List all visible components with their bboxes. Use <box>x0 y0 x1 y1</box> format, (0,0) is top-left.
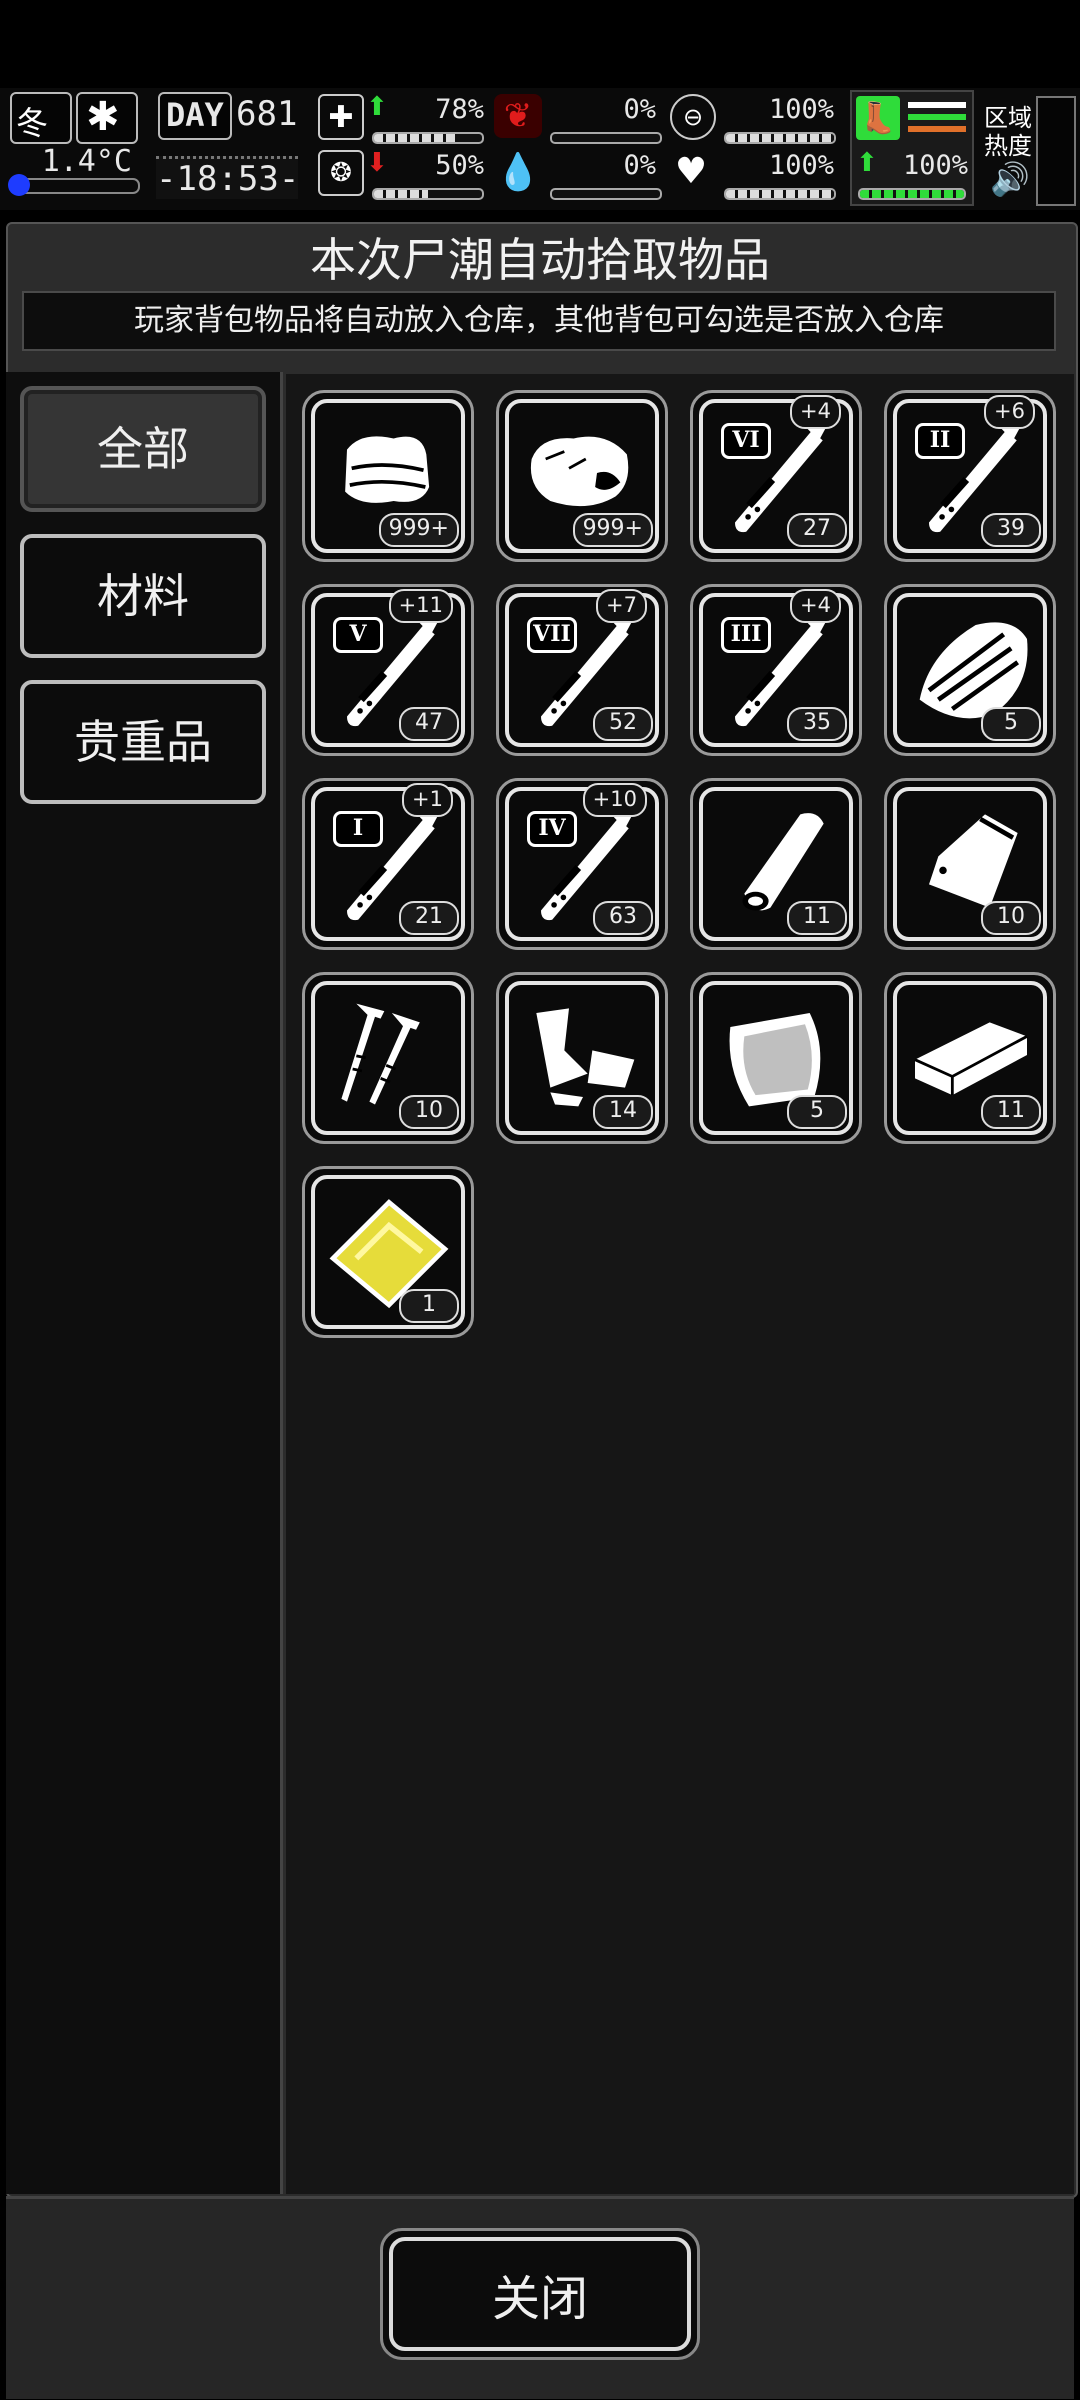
upgrade-level-badge: +11 <box>388 589 453 623</box>
tab-materials[interactable]: 材料 <box>20 534 266 658</box>
tier-badge: VII <box>527 617 577 653</box>
hunger-bar <box>550 132 662 144</box>
tier-badge: V <box>333 617 383 653</box>
item-count: 10 <box>981 901 1041 935</box>
hunger-percent: 0% <box>623 94 656 125</box>
tab-valuables-label: 贵重品 <box>74 715 212 769</box>
item-slot[interactable]: 14 <box>496 972 668 1144</box>
stamina-up-arrow-icon: ⬆ <box>856 148 878 178</box>
item-slot[interactable]: 11 <box>884 972 1056 1144</box>
season-badge: 冬 <box>10 92 72 144</box>
item-slot[interactable]: VII +7 52 <box>496 584 668 756</box>
boot-icon: 👢 <box>856 96 900 140</box>
tab-valuables[interactable]: 贵重品 <box>20 680 266 804</box>
upgrade-level-badge: +7 <box>596 589 647 623</box>
heart-icon: ♥ <box>674 150 708 192</box>
status-hud: 冬 ✱ 1.4°C DAY 681 -18:53- ✚ ⬆ 78% ❂ ⬇ 50… <box>0 88 1080 210</box>
protection-percent: 100% <box>768 94 834 125</box>
item-slot[interactable]: 1 <box>302 1166 474 1338</box>
speaker-icon[interactable]: 🔊 <box>990 160 1030 198</box>
stamina-panel: 👢 ⬆ 100% <box>850 90 974 206</box>
day-label: DAY <box>166 96 224 134</box>
item-slot[interactable]: IV +10 63 <box>496 778 668 950</box>
tier-badge: VI <box>721 423 771 459</box>
temperature-gauge <box>8 174 140 196</box>
tab-all[interactable]: 全部 <box>20 386 266 512</box>
item-slot[interactable]: V +11 47 <box>302 584 474 756</box>
health-bar <box>372 132 484 144</box>
close-button[interactable]: 关闭 <box>380 2228 700 2360</box>
category-sidebar: 全部 材料 贵重品 <box>6 372 283 2194</box>
mood-down-arrow-icon: ⬇ <box>366 148 388 178</box>
tier-badge: II <box>915 423 965 459</box>
item-slot[interactable]: I +1 21 <box>302 778 474 950</box>
item-slot[interactable]: 999+ <box>302 390 474 562</box>
item-count: 999+ <box>378 513 459 547</box>
heart-percent: 100% <box>768 150 834 181</box>
item-slot[interactable]: 999+ <box>496 390 668 562</box>
item-grid: 999+ 999+ VI +4 27 II +6 39 V +11 47 VII +7 52 III +4 35… <box>286 374 1074 2194</box>
item-count: 1 <box>399 1289 459 1323</box>
item-slot[interactable]: 10 <box>302 972 474 1144</box>
zone-heat-gauge <box>1036 96 1076 206</box>
bleed-bar <box>550 188 662 200</box>
health-up-arrow-icon: ⬆ <box>366 92 388 122</box>
item-count: 21 <box>399 901 459 935</box>
dialog-title: 本次尸潮自动拾取物品 <box>310 233 770 287</box>
item-count: 27 <box>787 513 847 547</box>
item-count: 52 <box>593 707 653 741</box>
clock: -18:53- <box>156 156 299 199</box>
item-count: 5 <box>787 1095 847 1129</box>
day-counter: 681 <box>236 94 298 134</box>
health-percent: 78% <box>435 94 484 125</box>
item-count: 11 <box>981 1095 1041 1129</box>
item-count: 11 <box>787 901 847 935</box>
item-count: 63 <box>593 901 653 935</box>
tab-all-label: 全部 <box>97 422 189 476</box>
dialog-subtitle: 玩家背包物品将自动放入仓库，其他背包可勾选是否放入仓库 <box>22 291 1056 351</box>
upgrade-level-badge: +10 <box>582 783 647 817</box>
item-count: 5 <box>981 707 1041 741</box>
mood-bar <box>372 188 484 200</box>
season-label: 冬 <box>16 104 49 142</box>
item-slot[interactable]: III +4 35 <box>690 584 862 756</box>
brain-icon: ❂ <box>318 150 364 196</box>
item-slot[interactable]: 10 <box>884 778 1056 950</box>
bleed-percent: 0% <box>623 150 656 181</box>
tier-badge: IV <box>527 811 577 847</box>
upgrade-level-badge: +1 <box>402 783 453 817</box>
upgrade-level-badge: +6 <box>984 395 1035 429</box>
item-count: 10 <box>399 1095 459 1129</box>
item-count: 35 <box>787 707 847 741</box>
snowflake-icon: ✱ <box>76 92 138 144</box>
item-slot[interactable]: 11 <box>690 778 862 950</box>
tier-badge: I <box>333 811 383 847</box>
stomach-icon: ❦ <box>494 94 542 138</box>
mood-percent: 50% <box>435 150 484 181</box>
temperature-readout: 1.4°C <box>41 144 132 179</box>
zone-heat-label: 区域 热度 <box>984 104 1032 160</box>
tab-materials-label: 材料 <box>97 569 189 623</box>
upgrade-level-badge: +4 <box>790 589 841 623</box>
tier-badge: III <box>721 617 771 653</box>
day-badge: DAY <box>158 92 232 140</box>
stamina-percent: 100% <box>902 150 968 181</box>
item-count: 47 <box>399 707 459 741</box>
item-count: 14 <box>593 1095 653 1129</box>
medkit-icon: ✚ <box>318 94 364 140</box>
pill-icon: ⊖ <box>670 94 716 140</box>
item-count: 999+ <box>572 513 653 547</box>
protection-bar <box>724 132 836 144</box>
blood-drop-icon: 💧 <box>495 152 541 193</box>
close-button-label: 关闭 <box>491 2271 588 2327</box>
item-slot[interactable]: 5 <box>884 584 1056 756</box>
item-slot[interactable]: VI +4 27 <box>690 390 862 562</box>
heart-bar <box>724 188 836 200</box>
item-count: 39 <box>981 513 1041 547</box>
item-slot[interactable]: II +6 39 <box>884 390 1056 562</box>
stamina-bar <box>858 188 966 200</box>
upgrade-level-badge: +4 <box>790 395 841 429</box>
item-slot[interactable]: 5 <box>690 972 862 1144</box>
temperature-marker <box>8 174 30 196</box>
